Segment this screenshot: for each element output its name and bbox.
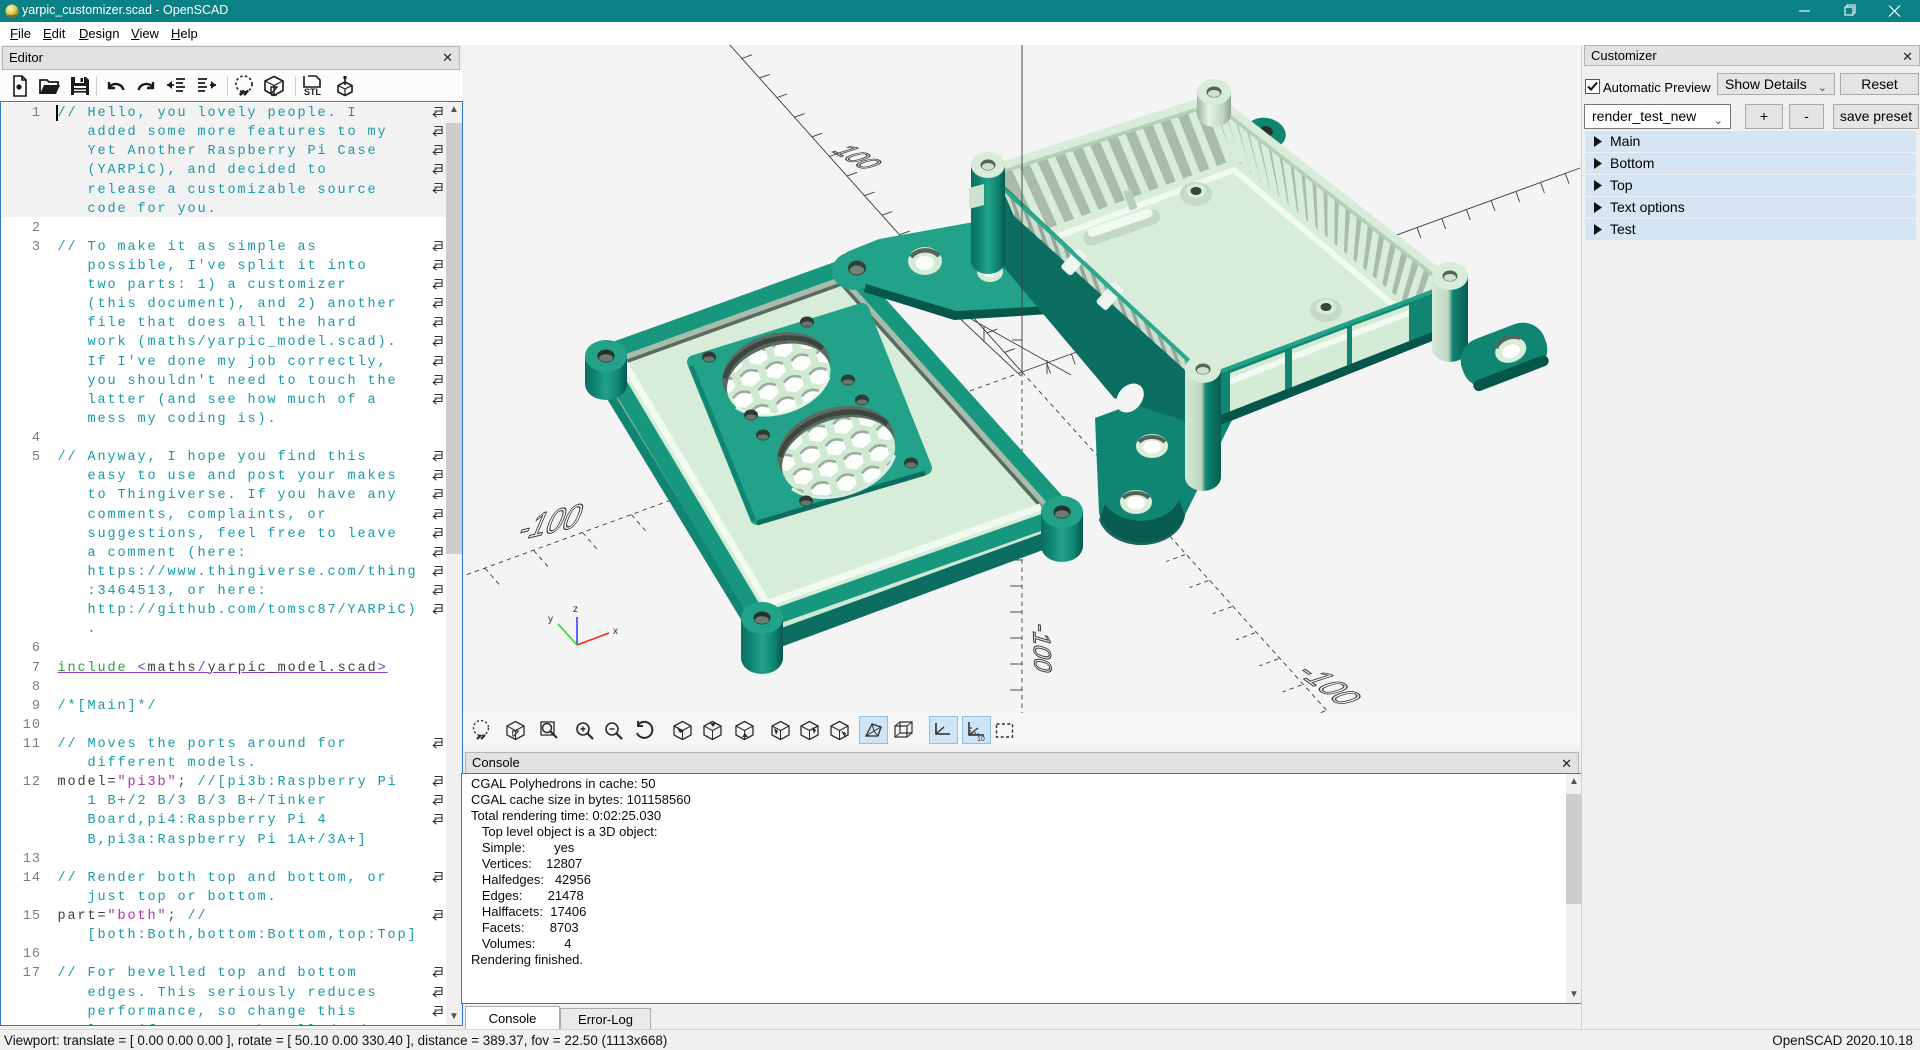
svg-text:100: 100 bbox=[825, 142, 892, 172]
svg-text:10: 10 bbox=[977, 736, 985, 742]
svg-text:x: x bbox=[613, 626, 618, 637]
svg-text:-100: -100 bbox=[1287, 662, 1373, 709]
svg-text:STL: STL bbox=[304, 87, 322, 97]
svg-text:y: y bbox=[548, 614, 553, 625]
svg-text:-100: -100 bbox=[513, 496, 590, 549]
svg-text:-100: -100 bbox=[1027, 620, 1055, 676]
svg-text:z: z bbox=[573, 604, 578, 615]
